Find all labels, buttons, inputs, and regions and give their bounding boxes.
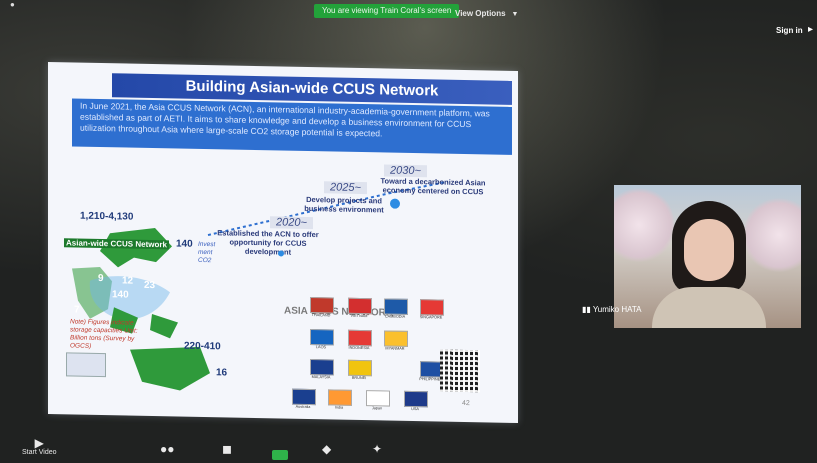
- chat-icon: ◼: [222, 442, 232, 456]
- flag-japan: [366, 390, 390, 407]
- shared-slide: Building Asian-wide CCUS Network In June…: [48, 62, 518, 424]
- start-video-label: Start Video: [22, 449, 57, 456]
- participant-name: ▮▮ Yumiko HATA: [582, 305, 642, 314]
- sign-in-button[interactable]: Sign in: [776, 26, 803, 35]
- year-2025-text: Develop projects and business environmen…: [304, 194, 384, 215]
- flag-label: THAILAND: [311, 313, 331, 318]
- top-bar: ● You are viewing Train Coral's screen V…: [0, 0, 817, 26]
- value-16: 16: [216, 367, 228, 379]
- flag-label: LAOS: [315, 345, 327, 350]
- year-2030-text: Toward a decarbonized Asian economy cent…: [380, 176, 486, 197]
- flag-usa: [404, 390, 428, 408]
- value-12: 12: [122, 275, 134, 287]
- flag-label: Australia: [295, 404, 311, 410]
- flag-singapore: [420, 299, 444, 316]
- value-140: 140: [112, 289, 129, 301]
- range-bottom-label: 220-410: [184, 340, 221, 353]
- more-icon[interactable]: ▸: [808, 24, 813, 35]
- more-options-icon: ✦: [372, 442, 383, 456]
- chat-button[interactable]: ◼: [222, 443, 232, 455]
- top-left-indicator: ●: [10, 0, 15, 9]
- chevron-down-icon: ▼: [511, 11, 519, 18]
- flag-laos: [310, 329, 334, 346]
- reactions-button[interactable]: ◆: [322, 443, 331, 455]
- reactions-icon: ◆: [322, 442, 332, 456]
- flag-brunei: [348, 359, 372, 377]
- start-video-button[interactable]: ▶ Start Video: [22, 437, 57, 456]
- share-screen-icon[interactable]: [272, 450, 288, 460]
- flag-india: [328, 389, 352, 406]
- map-legend: [66, 352, 106, 378]
- flag-label: BRUNEI: [351, 375, 367, 381]
- person-face: [684, 219, 734, 281]
- more-button[interactable]: ✦: [372, 443, 382, 455]
- value-9: 9: [98, 272, 104, 285]
- view-options-label: View Options: [455, 9, 506, 18]
- value-23: 23: [144, 279, 156, 292]
- timeline-dot-2030: [390, 198, 400, 209]
- flag-label: MYANMAR: [385, 346, 405, 351]
- flag-label: USA: [411, 406, 419, 412]
- video-camera-icon: ▶: [34, 436, 44, 450]
- mic-icon: ▮▮: [582, 305, 593, 314]
- year-2030: 2030~: [384, 164, 427, 178]
- page-number: 42: [462, 399, 470, 408]
- flag-malaysia: [310, 359, 334, 376]
- flag-label: India: [334, 405, 344, 410]
- timeline-dot-2020: [278, 250, 284, 257]
- viewing-banner: You are viewing Train Coral's screen: [314, 4, 460, 18]
- view-options-button[interactable]: View Options ▼: [455, 9, 518, 18]
- participants-icon: ●●: [160, 442, 175, 456]
- participants-button[interactable]: ●●: [160, 443, 175, 455]
- qr-code: [440, 349, 480, 393]
- flag-indonesia: [348, 329, 372, 347]
- tree-blossom-right: [744, 195, 801, 275]
- map-note: Note) Figures indicate storage capacitie…: [70, 318, 138, 350]
- flag-australia: [292, 388, 316, 406]
- flag-thailand: [310, 297, 334, 314]
- value-140-top: 140: [176, 238, 193, 250]
- year-2025: 2025~: [324, 181, 367, 195]
- flag-myanmar: [384, 330, 408, 347]
- flag-vietnam: [348, 297, 372, 315]
- year-2020: 2020~: [270, 216, 313, 230]
- asia-ccus-logo: ASIA CCUS NETWORK: [284, 305, 394, 319]
- flag-label: CAMBODIA: [384, 314, 406, 319]
- flag-label: Japan: [371, 406, 383, 411]
- person-body: [652, 287, 766, 328]
- flag-label: INDONESIA: [348, 345, 370, 351]
- bottom-toolbar: ▶ Start Video ●● ◼ ◆ ✦: [0, 433, 817, 463]
- participant-name-text: Yumiko HATA: [592, 305, 642, 314]
- tree-blossom-left: [614, 185, 674, 265]
- flag-label: MALAYSIA: [311, 375, 331, 380]
- flag-cambodia: [384, 298, 408, 315]
- flag-label: VIETNAM: [350, 313, 368, 319]
- value-7: 7: [74, 304, 80, 316]
- participant-video[interactable]: [614, 185, 801, 328]
- flag-label: SINGAPORE: [419, 315, 443, 320]
- invest-label: Invest ment CO2: [198, 240, 216, 265]
